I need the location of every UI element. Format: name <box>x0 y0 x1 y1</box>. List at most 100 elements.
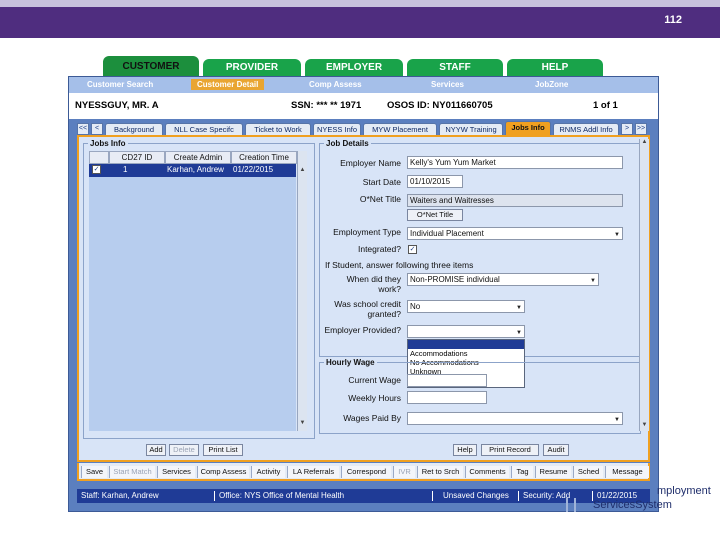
tag-button[interactable]: Tag <box>511 466 533 478</box>
hourly-wage-legend: Hourly Wage <box>326 358 375 367</box>
tab-customer[interactable]: CUSTOMER <box>103 56 199 76</box>
subnav-comp-assess[interactable]: Comp Assess <box>309 80 362 89</box>
tab-provider[interactable]: PROVIDER <box>203 59 301 76</box>
last-tab-button[interactable]: >> <box>635 123 647 135</box>
correspond-button[interactable]: Correspond <box>341 466 391 478</box>
first-tab-button[interactable]: << <box>77 123 89 135</box>
job-details-legend: Job Details <box>326 139 369 148</box>
print-record-button[interactable]: Print Record <box>481 444 539 456</box>
help-button[interactable]: Help <box>453 444 477 456</box>
tab-help[interactable]: HELP <box>507 59 603 76</box>
tab-staff[interactable]: STAFF <box>407 59 503 76</box>
wages-paid-label: Wages Paid By <box>343 413 401 423</box>
print-list-button[interactable]: Print List <box>203 444 243 456</box>
add-button[interactable]: Add <box>146 444 166 456</box>
status-security: Security: Add <box>523 491 571 500</box>
row-creation-time: 01/22/2015 <box>233 165 274 174</box>
delete-button[interactable]: Delete <box>169 444 199 456</box>
return-to-search-button[interactable]: Ret to Srch <box>417 466 463 478</box>
customer-ssn: SSN: *** ** 1971 <box>291 100 362 111</box>
comp-assess-button[interactable]: Comp Assess <box>197 466 249 478</box>
tab-employer[interactable]: EMPLOYER <box>305 59 403 76</box>
customer-info-bar: NYESSGUY, MR. A SSN: *** ** 1971 OSOS ID… <box>69 93 658 119</box>
start-match-button[interactable]: Start Match <box>109 466 155 478</box>
bottom-action-bar: Save Start Match Services Comp Assess Ac… <box>77 463 650 481</box>
customer-name: NYESSGUY, MR. A <box>75 100 159 111</box>
row-create-admin: Karhan, Andrew <box>167 165 224 174</box>
brand-line-1: mployment <box>657 485 711 497</box>
scroll-up-icon[interactable]: ▲ <box>298 167 307 176</box>
slide-header-bar: 112 <box>0 0 720 38</box>
grid-select-header <box>89 151 109 164</box>
onet-title-button[interactable]: O*Net Title <box>407 209 463 221</box>
status-staff: Staff: Karhan, Andrew <box>81 491 159 500</box>
when-work-select[interactable]: Non-PROMISE individual ▼ <box>407 273 599 286</box>
weekly-hours-field[interactable] <box>407 391 487 404</box>
status-divider <box>432 491 433 501</box>
services-button[interactable]: Services <box>157 466 195 478</box>
brand-logo-icon <box>566 498 576 512</box>
chevron-down-icon: ▼ <box>614 417 620 423</box>
chevron-down-icon: ▼ <box>516 330 522 336</box>
jobs-info-panel: Jobs Info CD27 ID Create Admin Creation … <box>77 135 650 462</box>
weekly-hours-label: Weekly Hours <box>348 393 401 403</box>
school-credit-value: No <box>410 302 421 311</box>
employment-type-label: Employment Type <box>333 227 401 237</box>
start-date-label: Start Date <box>362 177 401 187</box>
brand-line-2: ServicesSystem <box>593 499 672 511</box>
status-divider <box>214 491 215 501</box>
start-date-field[interactable]: 01/10/2015 <box>407 175 463 188</box>
subnav-customer-search[interactable]: Customer Search <box>87 80 153 89</box>
col-header-create-admin[interactable]: Create Admin <box>165 151 231 164</box>
prev-tab-button[interactable]: < <box>91 123 103 135</box>
la-referrals-button[interactable]: LA Referrals <box>287 466 339 478</box>
scroll-down-icon[interactable]: ▼ <box>640 422 649 431</box>
app-window: Customer Search Customer Detail Comp Ass… <box>68 76 659 512</box>
employment-type-select[interactable]: Individual Placement ▼ <box>407 227 623 240</box>
col-header-creation-time[interactable]: Creation Time <box>231 151 297 164</box>
scroll-down-icon[interactable]: ▼ <box>298 420 307 429</box>
activity-button[interactable]: Activity <box>251 466 285 478</box>
audit-button[interactable]: Audit <box>543 444 569 456</box>
employer-name-label: Employer Name <box>340 158 401 168</box>
current-wage-field[interactable] <box>407 374 487 387</box>
tab-customer-label: CUSTOMER <box>122 61 180 72</box>
table-row[interactable]: ✓ 1 Karhan, Andrew 01/22/2015 <box>89 164 296 177</box>
save-button[interactable]: Save <box>81 466 107 478</box>
student-instructions: If Student, answer following three items <box>325 260 474 270</box>
record-count: 1 of 1 <box>593 100 618 111</box>
next-tab-button[interactable]: > <box>621 123 633 135</box>
when-work-label: When did they work? <box>346 274 401 294</box>
integrated-label: Integrated? <box>357 244 401 254</box>
wages-paid-select[interactable]: ▼ <box>407 412 623 425</box>
jobs-grid-scrollbar[interactable]: ▲ ▼ <box>297 151 307 431</box>
subnav-jobzone[interactable]: JobZone <box>535 80 568 89</box>
employment-type-value: Individual Placement <box>410 229 484 238</box>
chevron-down-icon: ▼ <box>614 232 620 238</box>
dropdown-option[interactable] <box>408 340 524 349</box>
employer-name-field[interactable]: Kelly's Yum Yum Market <box>407 156 623 169</box>
status-divider <box>518 491 519 501</box>
ivr-button[interactable]: IVR <box>393 466 415 478</box>
school-credit-select[interactable]: No ▼ <box>407 300 525 313</box>
onet-title-field: Waiters and Waitresses <box>407 194 623 207</box>
comments-button[interactable]: Comments <box>465 466 509 478</box>
employer-provided-select[interactable]: ▼ <box>407 325 525 338</box>
tab-jobs-info[interactable]: Jobs Info <box>505 121 551 136</box>
row-checkbox[interactable]: ✓ <box>92 165 101 174</box>
slide-number: 112 <box>664 14 682 26</box>
onet-title-label: O*Net Title <box>359 194 401 204</box>
schedule-button[interactable]: Sched <box>573 466 603 478</box>
when-work-value: Non-PROMISE individual <box>410 275 500 284</box>
status-office: Office: NYS Office of Mental Health <box>219 491 345 500</box>
resume-button[interactable]: Resume <box>535 466 571 478</box>
subnav-services[interactable]: Services <box>431 80 464 89</box>
scroll-up-icon[interactable]: ▲ <box>640 139 649 148</box>
col-header-cd27-id[interactable]: CD27 ID <box>109 151 165 164</box>
header-accent-line <box>0 0 720 7</box>
message-button[interactable]: Message <box>605 466 649 478</box>
integrated-checkbox[interactable]: ✓ <box>408 245 417 254</box>
dropdown-option[interactable]: Accommodations <box>408 349 524 358</box>
subnav-customer-detail[interactable]: Customer Detail <box>191 79 265 90</box>
details-scrollbar[interactable]: ▲ ▼ <box>639 139 649 431</box>
